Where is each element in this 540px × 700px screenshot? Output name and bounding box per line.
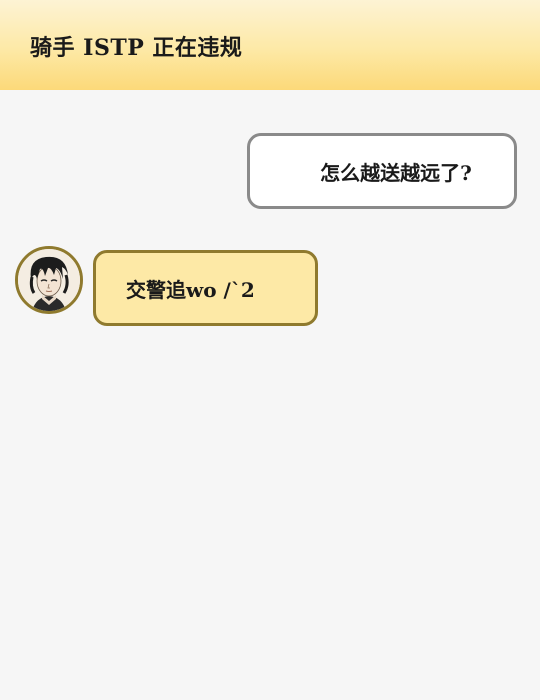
chat-header: 骑手 ISTP 正在违规 (0, 0, 540, 90)
message-list[interactable]: 怎么越送越远了? 交警追wo /`2 (0, 90, 540, 700)
incoming-message-bubble[interactable]: 交警追wo /`2 (93, 250, 318, 326)
character-avatar-icon (18, 249, 80, 311)
chat-title: 骑手 ISTP 正在违规 (30, 35, 243, 61)
outgoing-message-bubble[interactable]: 怎么越送越远了? (247, 133, 517, 209)
message-text: 交警追wo /`2 (126, 277, 255, 302)
message-text: 怎么越送越远了? (320, 160, 472, 185)
avatar[interactable] (15, 246, 83, 314)
